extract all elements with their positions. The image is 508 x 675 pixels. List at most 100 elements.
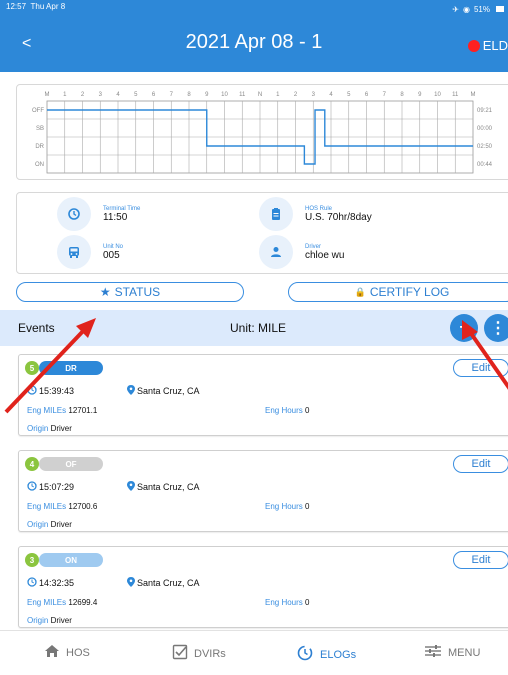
event-time: 14:32:35 <box>27 577 74 589</box>
more-vertical-icon: ⋮ <box>490 320 506 337</box>
log-graph: M 1 2 3 4 5 6 7 8 9 10 11 N 1 2 3 4 5 6 7 8 9 10 11 M OFF 09:21 SB 0… <box>32 92 493 174</box>
row-total: 00:00 <box>477 126 493 132</box>
checkbox-icon <box>172 644 188 663</box>
eng-miles-row: Eng MILEs 12699.4 <box>27 598 97 607</box>
event-time: 15:39:43 <box>27 385 74 397</box>
nav-menu-label: MENU <box>448 646 481 659</box>
clipboard-icon <box>259 197 293 231</box>
event-card[interactable]: 3 ON Edit 14:32:35 Santa Cruz, CA Eng MI… <box>18 546 508 628</box>
hour-label: 3 <box>312 92 316 98</box>
event-time-value: 15:39:43 <box>39 386 75 396</box>
eng-miles-value: 12701.1 <box>68 406 98 415</box>
origin-label: Origin <box>27 520 49 529</box>
event-card[interactable]: 5 DR Edit 15:39:43 Santa Cruz, CA Eng MI… <box>18 354 508 436</box>
terminal-time-value: 11:50 <box>103 211 128 223</box>
origin-row: Origin Driver <box>27 616 72 625</box>
status-button-label: STATUS <box>114 285 161 299</box>
certify-log-button-label: CERTIFY LOG <box>369 285 450 299</box>
nav-elogs-label: ELOGs <box>320 648 357 661</box>
eng-miles-value: 12699.4 <box>68 598 98 607</box>
event-location: Santa Cruz, CA <box>127 577 200 589</box>
origin-value: Driver <box>50 424 72 433</box>
page-title: 2021 Apr 08 - 1 <box>185 31 323 53</box>
eng-miles-row: Eng MILEs 12701.1 <box>27 406 97 415</box>
battery-percent: 51% <box>473 4 490 14</box>
star-icon: ★ <box>99 285 111 299</box>
hour-label: 1 <box>63 92 67 98</box>
history-icon <box>57 197 91 231</box>
event-location: Santa Cruz, CA <box>127 481 200 493</box>
nav-hos[interactable]: HOS <box>44 644 90 661</box>
eng-hours-row: Eng Hours 0 <box>265 406 309 415</box>
origin-label: Origin <box>27 424 49 433</box>
origin-label: Origin <box>27 616 49 625</box>
event-number-badge: 3 <box>25 553 39 567</box>
clock-icon <box>27 385 37 397</box>
row-label: ON <box>35 162 44 168</box>
location-pin-icon <box>127 385 135 397</box>
terminal-time-item: Terminal Time 11:50 <box>57 197 140 231</box>
row-label: DR <box>35 144 44 150</box>
edit-event-button[interactable]: Edit <box>453 359 508 377</box>
add-event-button[interactable]: + <box>450 314 478 342</box>
hour-label: 8 <box>400 92 404 98</box>
more-options-button[interactable]: ⋮ <box>484 314 508 342</box>
clock-icon <box>27 577 37 589</box>
hour-label: 10 <box>221 92 228 98</box>
nav-elogs[interactable]: ELOGs <box>296 644 356 665</box>
hour-label: 7 <box>383 92 387 98</box>
row-total: 00:44 <box>477 162 493 168</box>
eld-indicator[interactable]: ELD <box>467 38 508 53</box>
status-bar: 12:57 Thu Apr 8 ✈ ◉ 51% <box>6 2 504 16</box>
hour-label: 8 <box>187 92 191 98</box>
hour-label: M <box>45 92 50 98</box>
event-card[interactable]: 4 OF Edit 15:07:29 Santa Cruz, CA Eng MI… <box>18 450 508 532</box>
unit-no-value: 005 <box>103 249 120 261</box>
row-label: SB <box>36 126 44 132</box>
status-button[interactable]: ★ STATUS <box>16 282 244 302</box>
home-icon <box>44 644 60 661</box>
eng-miles-label: Eng MILEs <box>27 406 67 415</box>
app-header: 12:57 Thu Apr 8 ✈ ◉ 51% < 2021 Apr 08 - … <box>0 0 508 72</box>
hos-rule-value: U.S. 70hr/8day <box>305 211 372 223</box>
bus-icon <box>57 235 91 269</box>
hour-label: 10 <box>434 92 441 98</box>
lock-icon: 🔒 <box>354 286 366 297</box>
eld-label: ELD <box>482 38 508 53</box>
hour-label: 7 <box>170 92 174 98</box>
eng-miles-value: 12700.6 <box>68 502 98 511</box>
nav-hos-label: HOS <box>66 646 90 659</box>
hour-label: 6 <box>152 92 156 98</box>
edit-event-button[interactable]: Edit <box>453 551 508 569</box>
clock-icon <box>27 481 37 493</box>
hour-label: 5 <box>347 92 351 98</box>
sync-icon <box>296 644 314 665</box>
eng-miles-row: Eng MILEs 12700.6 <box>27 502 97 511</box>
origin-row: Origin Driver <box>27 424 72 433</box>
row-total: 02:50 <box>477 144 493 150</box>
hour-label: N <box>258 92 262 98</box>
hos-rule-item: HOS Rule U.S. 70hr/8day <box>259 197 372 231</box>
eng-hours-label: Eng Hours <box>265 406 303 415</box>
event-status-badge: ON <box>39 553 103 567</box>
nav-menu[interactable]: MENU <box>424 644 480 661</box>
nav-dvirs[interactable]: DVIRs <box>172 644 226 663</box>
event-location: Santa Cruz, CA <box>127 385 200 397</box>
row-total: 09:21 <box>477 108 493 114</box>
row-label: OFF <box>32 108 44 114</box>
edit-event-button[interactable]: Edit <box>453 455 508 473</box>
person-icon <box>259 235 293 269</box>
status-date: Thu Apr 8 <box>30 2 66 11</box>
terminal-time-label: Terminal Time <box>103 205 141 212</box>
certify-log-button[interactable]: 🔒 CERTIFY LOG <box>288 282 508 302</box>
log-graph-card: M 1 2 3 4 5 6 7 8 9 10 11 N 1 2 3 4 5 6 7 8 9 10 11 M OFF 09:21 SB 0… <box>16 84 508 180</box>
event-number-badge: 4 <box>25 457 39 471</box>
event-time: 15:07:29 <box>27 481 74 493</box>
eng-hours-label: Eng Hours <box>265 598 303 607</box>
location-pin-icon <box>127 481 135 493</box>
airplane-icon: ✈ <box>452 4 459 14</box>
event-number-badge: 5 <box>25 361 39 375</box>
eng-hours-row: Eng Hours 0 <box>265 502 309 511</box>
unit-label: Unit: MILE <box>230 321 287 335</box>
events-label: Events <box>18 321 55 335</box>
